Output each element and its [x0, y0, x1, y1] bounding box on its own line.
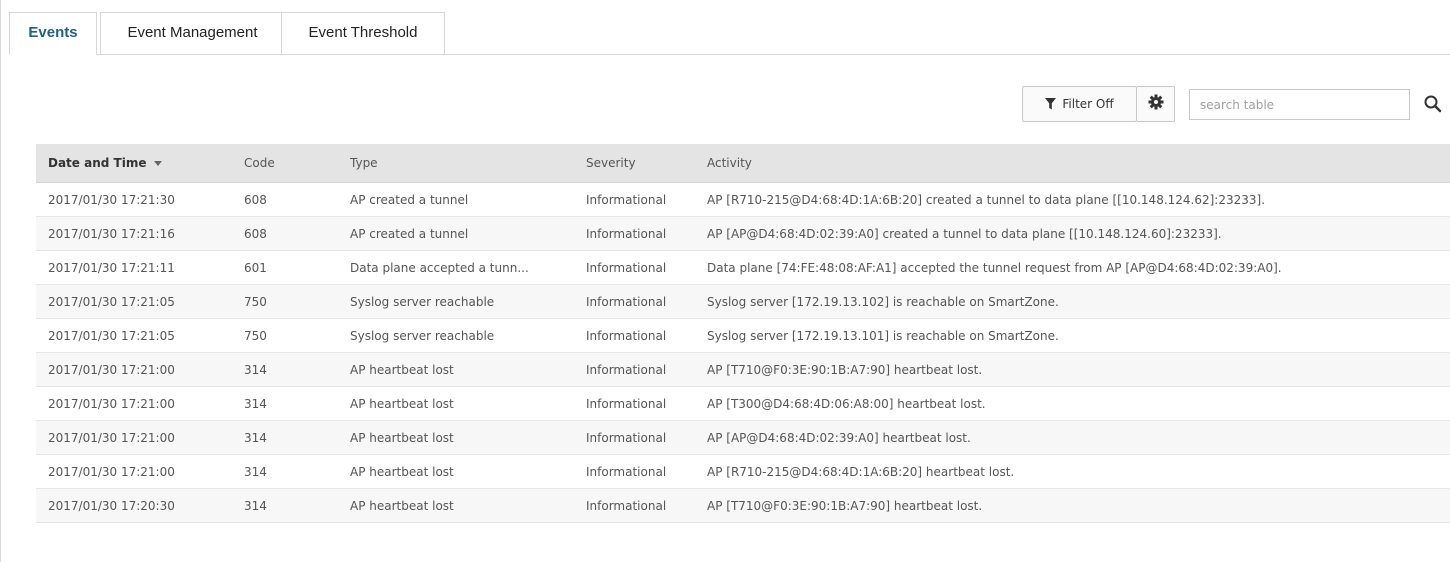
column-header-date-and-time[interactable]: Date and Time — [36, 144, 232, 183]
table-row[interactable]: 2017/01/30 17:21:00 314 AP heartbeat los… — [36, 454, 1450, 489]
column-header-label: Code — [244, 156, 275, 170]
table-row[interactable]: 2017/01/30 17:21:00 314 AP heartbeat los… — [36, 420, 1450, 455]
cell-activity: AP [AP@D4:68:4D:02:39:A0] created a tunn… — [695, 216, 1450, 251]
cell-date-time: 2017/01/30 17:21:11 — [36, 250, 232, 285]
filter-toggle-label: Filter Off — [1062, 97, 1114, 111]
table-row[interactable]: 2017/01/30 17:21:00 314 AP heartbeat los… — [36, 386, 1450, 421]
table-row[interactable]: 2017/01/30 17:21:05 750 Syslog server re… — [36, 284, 1450, 319]
cell-type: AP heartbeat lost — [338, 488, 574, 523]
search-input[interactable] — [1189, 89, 1410, 120]
column-header-label: Type — [350, 156, 378, 170]
cell-activity: AP [R710-215@D4:68:4D:1A:6B:20] created … — [695, 182, 1450, 217]
table-row[interactable]: 2017/01/30 17:21:30 608 AP created a tun… — [36, 182, 1450, 217]
cell-type: AP created a tunnel — [338, 182, 574, 217]
column-header-label: Severity — [586, 156, 636, 170]
cell-type: AP heartbeat lost — [338, 352, 574, 387]
filter-toggle-button[interactable]: Filter Off — [1022, 86, 1137, 122]
cell-date-time: 2017/01/30 17:21:00 — [36, 454, 232, 489]
tab-event-threshold[interactable]: Event Threshold — [281, 12, 445, 54]
table-header-row: Date and Time Code Type Severity Activit… — [36, 144, 1450, 183]
table-row[interactable]: 2017/01/30 17:21:05 750 Syslog server re… — [36, 318, 1450, 353]
cell-date-time: 2017/01/30 17:20:30 — [36, 488, 232, 523]
column-header-label: Date and Time — [48, 156, 147, 170]
cell-date-time: 2017/01/30 17:21:00 — [36, 420, 232, 455]
gear-icon — [1148, 94, 1164, 115]
tab-event-management[interactable]: Event Management — [100, 12, 285, 54]
cell-activity: Syslog server [172.19.13.101] is reachab… — [695, 318, 1450, 353]
cell-severity: Informational — [574, 420, 695, 455]
cell-activity: Data plane [74:FE:48:08:AF:A1] accepted … — [695, 250, 1450, 285]
cell-type: AP heartbeat lost — [338, 420, 574, 455]
cell-activity: AP [T710@F0:3E:90:1B:A7:90] heartbeat lo… — [695, 352, 1450, 387]
column-header-severity[interactable]: Severity — [574, 144, 695, 183]
cell-severity: Informational — [574, 454, 695, 489]
sort-descending-icon — [154, 161, 163, 166]
cell-severity: Informational — [574, 216, 695, 251]
cell-code: 314 — [232, 454, 338, 489]
cell-type: AP heartbeat lost — [338, 386, 574, 421]
column-header-activity[interactable]: Activity — [695, 144, 1450, 183]
cell-activity: AP [R710-215@D4:68:4D:1A:6B:20] heartbea… — [695, 454, 1450, 489]
table-row[interactable]: 2017/01/30 17:21:11 601 Data plane accep… — [36, 250, 1450, 285]
table-row[interactable]: 2017/01/30 17:20:30 314 AP heartbeat los… — [36, 488, 1450, 523]
cell-date-time: 2017/01/30 17:21:05 — [36, 284, 232, 319]
funnel-icon — [1045, 98, 1057, 110]
cell-code: 314 — [232, 386, 338, 421]
cell-date-time: 2017/01/30 17:21:16 — [36, 216, 232, 251]
column-header-type[interactable]: Type — [338, 144, 574, 183]
cell-activity: AP [T300@D4:68:4D:06:A8:00] heartbeat lo… — [695, 386, 1450, 421]
column-header-label: Activity — [707, 156, 752, 170]
cell-code: 750 — [232, 284, 338, 319]
events-table: Date and Time Code Type Severity Activit… — [36, 144, 1450, 523]
cell-severity: Informational — [574, 318, 695, 353]
search-icon[interactable] — [1423, 94, 1443, 114]
tab-bar: Events Event Management Event Threshold — [9, 12, 1450, 55]
cell-severity: Informational — [574, 284, 695, 319]
table-row[interactable]: 2017/01/30 17:21:16 608 AP created a tun… — [36, 216, 1450, 251]
cell-date-time: 2017/01/30 17:21:30 — [36, 182, 232, 217]
cell-severity: Informational — [574, 182, 695, 217]
cell-code: 608 — [232, 182, 338, 217]
cell-activity: Syslog server [172.19.13.102] is reachab… — [695, 284, 1450, 319]
table-row[interactable]: 2017/01/30 17:21:00 314 AP heartbeat los… — [36, 352, 1450, 387]
cell-date-time: 2017/01/30 17:21:00 — [36, 386, 232, 421]
cell-type: Data plane accepted a tunn... — [338, 250, 574, 285]
cell-severity: Informational — [574, 250, 695, 285]
cell-type: AP created a tunnel — [338, 216, 574, 251]
cell-severity: Informational — [574, 386, 695, 421]
table-settings-button[interactable] — [1137, 86, 1175, 122]
cell-activity: AP [AP@D4:68:4D:02:39:A0] heartbeat lost… — [695, 420, 1450, 455]
cell-severity: Informational — [574, 488, 695, 523]
cell-date-time: 2017/01/30 17:21:00 — [36, 352, 232, 387]
cell-type: Syslog server reachable — [338, 318, 574, 353]
tab-events[interactable]: Events — [9, 12, 97, 55]
cell-severity: Informational — [574, 352, 695, 387]
cell-code: 314 — [232, 352, 338, 387]
cell-type: Syslog server reachable — [338, 284, 574, 319]
cell-code: 750 — [232, 318, 338, 353]
events-page: Events Event Management Event Threshold … — [0, 0, 1450, 562]
cell-code: 314 — [232, 488, 338, 523]
cell-date-time: 2017/01/30 17:21:05 — [36, 318, 232, 353]
cell-activity: AP [T710@F0:3E:90:1B:A7:90] heartbeat lo… — [695, 488, 1450, 523]
cell-code: 314 — [232, 420, 338, 455]
cell-code: 608 — [232, 216, 338, 251]
cell-type: AP heartbeat lost — [338, 454, 574, 489]
cell-code: 601 — [232, 250, 338, 285]
column-header-code[interactable]: Code — [232, 144, 338, 183]
